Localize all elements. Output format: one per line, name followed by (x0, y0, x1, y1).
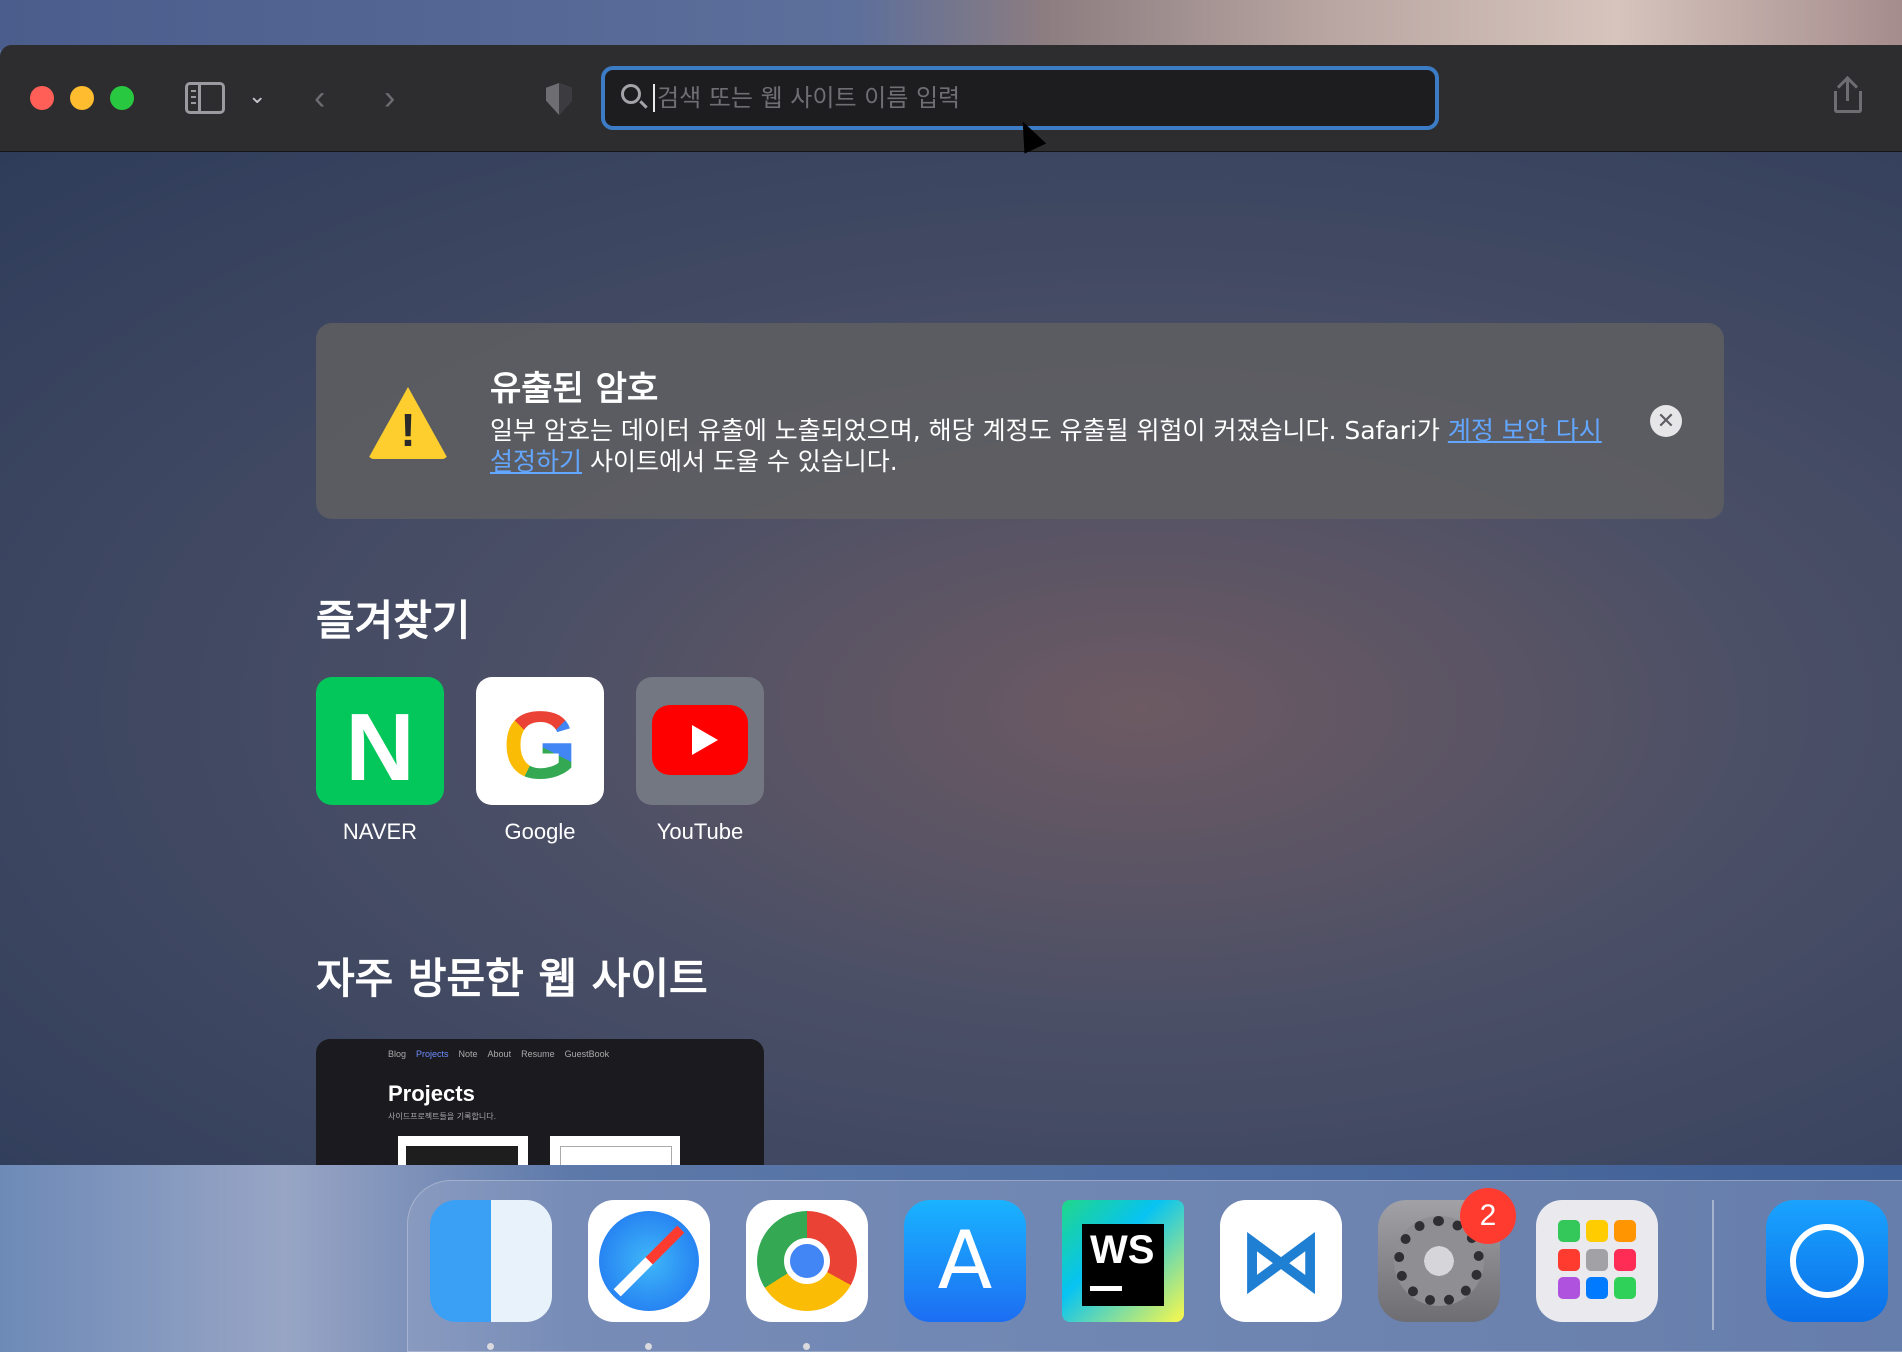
chrome-icon[interactable] (746, 1200, 868, 1322)
frequently-visited-thumbnail[interactable]: Blog Projects Note About Resume GuestBook Pro… (316, 1039, 764, 1165)
text-caret (653, 84, 655, 112)
launchpad-icon[interactable] (1536, 1200, 1658, 1322)
alert-body: 일부 암호는 데이터 유출에 노출되었으며, 해당 계정도 유출될 위험이 커졌… (490, 415, 1630, 477)
privacy-shield-icon[interactable] (546, 83, 572, 115)
finder-icon[interactable] (430, 1200, 552, 1322)
chevron-down-icon[interactable]: ⌄ (248, 85, 266, 107)
search-icon (621, 84, 641, 104)
safari-window: ⌄ ‹ › ! 유출된 암호 일부 암호는 데이터 유출에 노출되었으며, 해당… (0, 45, 1902, 1165)
warning-icon: ! (368, 387, 448, 459)
notification-badge: 2 (1460, 1188, 1516, 1244)
app-store-icon[interactable]: A (904, 1200, 1026, 1322)
share-icon[interactable] (1834, 75, 1862, 113)
leaked-password-alert: ! 유출된 암호 일부 암호는 데이터 유출에 노출되었으며, 해당 계정도 유… (316, 323, 1724, 519)
webstorm-icon[interactable]: WS (1062, 1200, 1184, 1322)
zoom-window-button[interactable] (110, 86, 134, 110)
running-indicator (645, 1343, 652, 1350)
dock-divider (1712, 1200, 1714, 1330)
thumbnail-heading: Projects (388, 1081, 475, 1106)
downloads-folder-icon[interactable] (1766, 1200, 1888, 1322)
back-arrow-icon[interactable]: ‹ (314, 81, 325, 115)
favorites-heading: 즐겨찾기 (316, 596, 471, 645)
minimize-window-button[interactable] (70, 86, 94, 110)
sidebar-toggle-icon[interactable] (185, 82, 225, 114)
safari-toolbar: ⌄ ‹ › (0, 45, 1902, 152)
thumbnail-card (398, 1136, 528, 1165)
favorite-naver[interactable]: N NAVER (315, 677, 445, 845)
thumbnail-card (550, 1136, 680, 1165)
running-indicator (803, 1343, 810, 1350)
vscode-icon[interactable]: ⋈ (1220, 1200, 1342, 1322)
alert-body-text: 일부 암호는 데이터 유출에 노출되었으며, 해당 계정도 유출될 위험이 커졌… (490, 416, 1448, 445)
forward-arrow-icon[interactable]: › (384, 81, 395, 115)
running-indicator (487, 1343, 494, 1350)
alert-title: 유출된 암호 (490, 369, 659, 409)
address-bar[interactable] (601, 66, 1439, 130)
favorite-label: Google (504, 819, 576, 844)
desktop-wallpaper-top (0, 0, 1902, 50)
safari-icon[interactable] (588, 1200, 710, 1322)
address-input[interactable] (657, 78, 1417, 118)
naver-icon: N (316, 677, 444, 805)
frequently-visited-heading: 자주 방문한 웹 사이트 (316, 954, 708, 1003)
start-page: ! 유출된 암호 일부 암호는 데이터 유출에 노출되었으며, 해당 계정도 유… (0, 152, 1902, 1165)
favorite-google[interactable]: G Google (475, 677, 605, 845)
alert-body-text-end: 사이트에서 도울 수 있습니다. (582, 447, 898, 476)
close-icon[interactable]: ✕ (1650, 405, 1682, 437)
google-icon: G (476, 677, 604, 805)
favorite-label: NAVER (342, 819, 418, 844)
favorite-youtube[interactable]: YouTube (635, 677, 765, 845)
close-window-button[interactable] (30, 86, 54, 110)
thumbnail-nav: Blog Projects Note About Resume GuestBook (388, 1049, 610, 1059)
youtube-icon (636, 677, 764, 805)
thumbnail-subheading: 사이드프로젝트들을 기록합니다. (388, 1112, 497, 1121)
favorite-label: YouTube (656, 819, 744, 844)
